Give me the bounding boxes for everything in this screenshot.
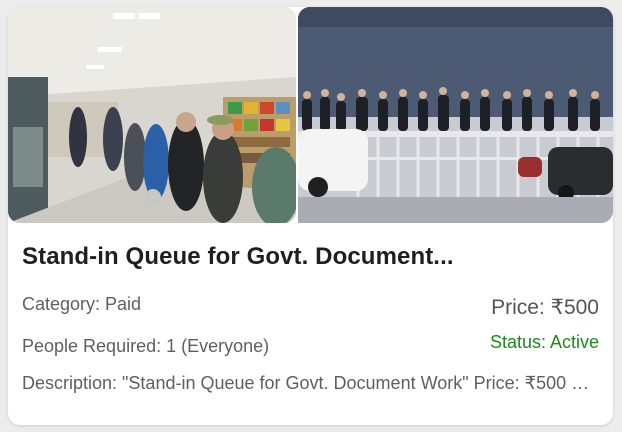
category-label: Category: Paid bbox=[22, 294, 142, 314]
listing-title[interactable]: Stand-in Queue for Govt. Document... bbox=[22, 243, 602, 271]
street-queue-photo bbox=[298, 7, 613, 223]
supermarket-queue-photo bbox=[8, 7, 296, 223]
status-badge: Status: Active bbox=[489, 332, 599, 352]
listing-card[interactable]: Stand-in Queue for Govt. Document... Cat… bbox=[8, 7, 613, 425]
description-text: Description: "Stand-in Queue for Govt. D… bbox=[22, 373, 599, 393]
price-label: Price: ₹500 bbox=[491, 296, 599, 319]
listing-images bbox=[8, 7, 613, 223]
people-required-label: People Required: 1 (Everyone) bbox=[22, 336, 270, 356]
